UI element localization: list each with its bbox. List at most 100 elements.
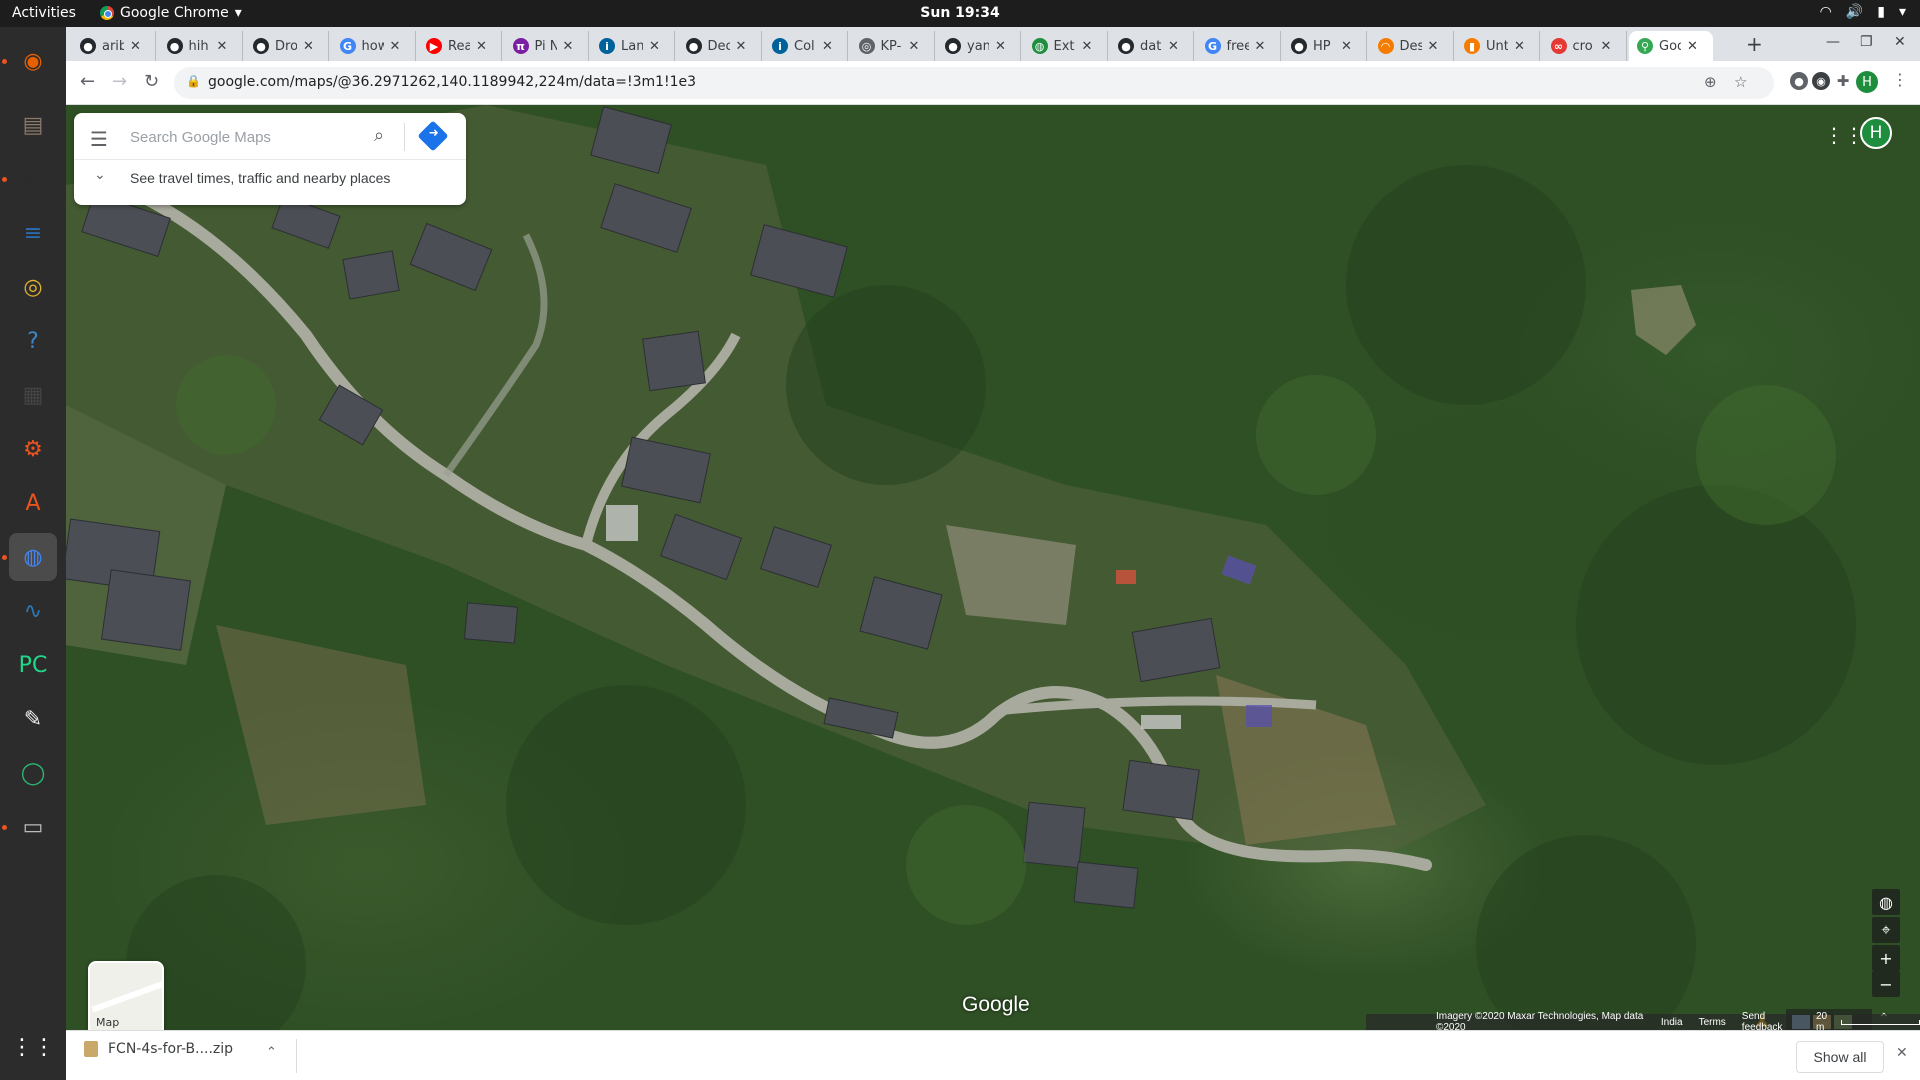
browser-tab[interactable]: ● Dec ✕ <box>678 31 762 61</box>
chevron-down-icon[interactable]: ⌄ <box>94 167 106 183</box>
browser-tab[interactable]: ◎ KP- ✕ <box>851 31 935 61</box>
restore-icon[interactable]: ❐ <box>1860 34 1873 50</box>
map-type-toggle[interactable]: Map <box>88 961 164 1030</box>
tab-title: Goo <box>1659 38 1681 54</box>
url-text[interactable]: google.com/maps/@36.2971262,140.1189942,… <box>208 74 696 90</box>
close-icon[interactable]: ✕ <box>1896 1045 1908 1061</box>
chevron-up-icon[interactable]: ⌃ <box>266 1045 277 1060</box>
zoom-out-button[interactable]: − <box>1872 971 1900 997</box>
refresh-ring-icon[interactable]: ◯ <box>9 749 57 797</box>
scale-label[interactable]: 20 m <box>1816 1011 1835 1030</box>
browser-tab[interactable]: Gfree ✕ <box>1197 31 1281 61</box>
hamburger-menu-icon[interactable]: ☰ <box>90 127 108 151</box>
close-tab-icon[interactable]: ✕ <box>1428 39 1439 54</box>
browser-tab[interactable]: ● arib ✕ <box>72 31 156 61</box>
pycharm-icon[interactable]: PC <box>9 641 57 689</box>
back-icon[interactable]: ← <box>80 71 95 92</box>
close-tab-icon[interactable]: ✕ <box>1255 39 1266 54</box>
lock-icon[interactable]: 🔒 <box>186 74 201 88</box>
country-link[interactable]: India <box>1661 1017 1683 1028</box>
close-tab-icon[interactable]: ✕ <box>1514 39 1525 54</box>
browser-tab[interactable]: Ghow ✕ <box>332 31 416 61</box>
document-icon[interactable]: ≡ <box>9 209 57 257</box>
scale-bar[interactable] <box>1841 1019 1920 1025</box>
account-avatar[interactable]: H <box>1860 117 1892 149</box>
clock[interactable]: Sun 19:34 <box>920 5 999 21</box>
browser-tab[interactable]: ● HP ✕ <box>1283 31 1367 61</box>
browser-tab[interactable]: ▮ Unt ✕ <box>1456 31 1540 61</box>
software-icon[interactable]: A <box>9 479 57 527</box>
send-feedback-link[interactable]: Send feedback <box>1742 1011 1800 1030</box>
chrome-icon[interactable]: ◍ <box>9 533 57 581</box>
close-tab-icon[interactable]: ✕ <box>1341 39 1352 54</box>
app-menu[interactable]: Google Chrome ▾ <box>100 5 242 21</box>
close-tab-icon[interactable]: ✕ <box>303 39 314 54</box>
close-tab-icon[interactable]: ✕ <box>1082 39 1093 54</box>
zoom-in-button[interactable]: + <box>1872 945 1900 971</box>
close-window-icon[interactable]: ✕ <box>1894 34 1906 50</box>
browser-tab[interactable]: ⚲ Goo ✕ <box>1629 31 1713 61</box>
terms-link[interactable]: Terms <box>1699 1017 1726 1028</box>
search-input[interactable] <box>130 123 360 151</box>
close-tab-icon[interactable]: ✕ <box>649 39 660 54</box>
activities-button[interactable]: Activities <box>12 5 76 21</box>
speaker-icon[interactable]: ◎ <box>9 263 57 311</box>
browser-tab[interactable]: ◍ Ext ✕ <box>1024 31 1108 61</box>
download-filename[interactable]: FCN-4s-for-B....zip <box>108 1041 233 1057</box>
browser-tab[interactable]: ● yan ✕ <box>937 31 1021 61</box>
extension-circle-icon[interactable]: ● <box>1790 72 1808 90</box>
firefox-icon[interactable]: ◉ <box>9 37 57 85</box>
system-monitor-icon[interactable]: ∿ <box>9 587 57 635</box>
search-icon[interactable]: ⌕ <box>374 125 384 146</box>
browser-tab[interactable]: ● hih ✕ <box>159 31 243 61</box>
address-bar[interactable]: 🔒 google.com/maps/@36.2971262,140.118994… <box>174 67 1774 99</box>
chrome-menu-icon[interactable]: ⋮ <box>1892 70 1908 89</box>
close-tab-icon[interactable]: ✕ <box>1168 39 1179 54</box>
close-tab-icon[interactable]: ✕ <box>476 39 487 54</box>
close-tab-icon[interactable]: ✕ <box>995 39 1006 54</box>
close-tab-icon[interactable]: ✕ <box>1687 39 1698 54</box>
install-app-icon[interactable]: ⊕ <box>1704 73 1717 91</box>
reload-icon[interactable]: ↻ <box>144 71 159 92</box>
browser-tab[interactable]: ● Dro ✕ <box>245 31 329 61</box>
files-icon[interactable]: ▤ <box>9 101 57 149</box>
minimize-icon[interactable]: — <box>1826 34 1840 50</box>
browser-tab[interactable]: ∞ cro ✕ <box>1543 31 1627 61</box>
browser-tab[interactable]: ▶ Rea ✕ <box>418 31 502 61</box>
app-grid-icon[interactable]: ⋮⋮ <box>9 1023 57 1071</box>
close-tab-icon[interactable]: ✕ <box>909 39 920 54</box>
close-tab-icon[interactable]: ✕ <box>217 39 228 54</box>
extensions-puzzle-icon[interactable]: ✚ <box>1834 72 1852 90</box>
help-icon[interactable]: ? <box>9 317 57 365</box>
system-tray[interactable]: ◠ 🔊 ▮ ▾ <box>1820 4 1906 20</box>
browser-tab[interactable]: ● dat ✕ <box>1110 31 1194 61</box>
close-tab-icon[interactable]: ✕ <box>736 39 747 54</box>
travel-times-link[interactable]: See travel times, traffic and nearby pla… <box>130 170 390 186</box>
show-all-button[interactable]: Show all <box>1796 1041 1884 1073</box>
satellite-map[interactable]: ☰ ⌕ ⌄ See travel times, traffic and near… <box>66 105 1920 1030</box>
new-tab-button[interactable]: + <box>1746 32 1763 56</box>
close-tab-icon[interactable]: ✕ <box>822 39 833 54</box>
terminal-icon[interactable]: >_ <box>9 155 57 203</box>
close-tab-icon[interactable]: ✕ <box>130 39 141 54</box>
close-tab-icon[interactable]: ✕ <box>390 39 401 54</box>
clapper-icon[interactable]: ▦ <box>9 371 57 419</box>
globe-view-icon[interactable]: ◍ <box>1872 889 1900 915</box>
browser-tab[interactable]: i Col ✕ <box>764 31 848 61</box>
profile-avatar[interactable]: H <box>1856 71 1878 93</box>
browser-tab[interactable]: ◠ Des ✕ <box>1370 31 1454 61</box>
bookmark-star-icon[interactable]: ☆ <box>1734 73 1747 91</box>
extension-compass-icon[interactable]: ◉ <box>1812 72 1830 90</box>
my-location-icon[interactable]: ⌖ <box>1872 917 1900 943</box>
gear-icon[interactable]: ⚙ <box>9 425 57 473</box>
close-tab-icon[interactable]: ✕ <box>563 39 574 54</box>
close-tab-icon[interactable]: ✕ <box>1601 39 1612 54</box>
browser-tab[interactable]: π Pi N ✕ <box>505 31 589 61</box>
directions-icon[interactable] <box>417 120 449 152</box>
notepad-icon[interactable]: ✎ <box>9 695 57 743</box>
download-item[interactable]: FCN-4s-for-B....zip <box>84 1041 233 1057</box>
browser-tab[interactable]: i Lan ✕ <box>591 31 675 61</box>
scanner-icon[interactable]: ▭ <box>9 803 57 851</box>
maps-pin-icon: ⚲ <box>1637 38 1653 54</box>
forward-icon[interactable]: → <box>112 71 127 92</box>
